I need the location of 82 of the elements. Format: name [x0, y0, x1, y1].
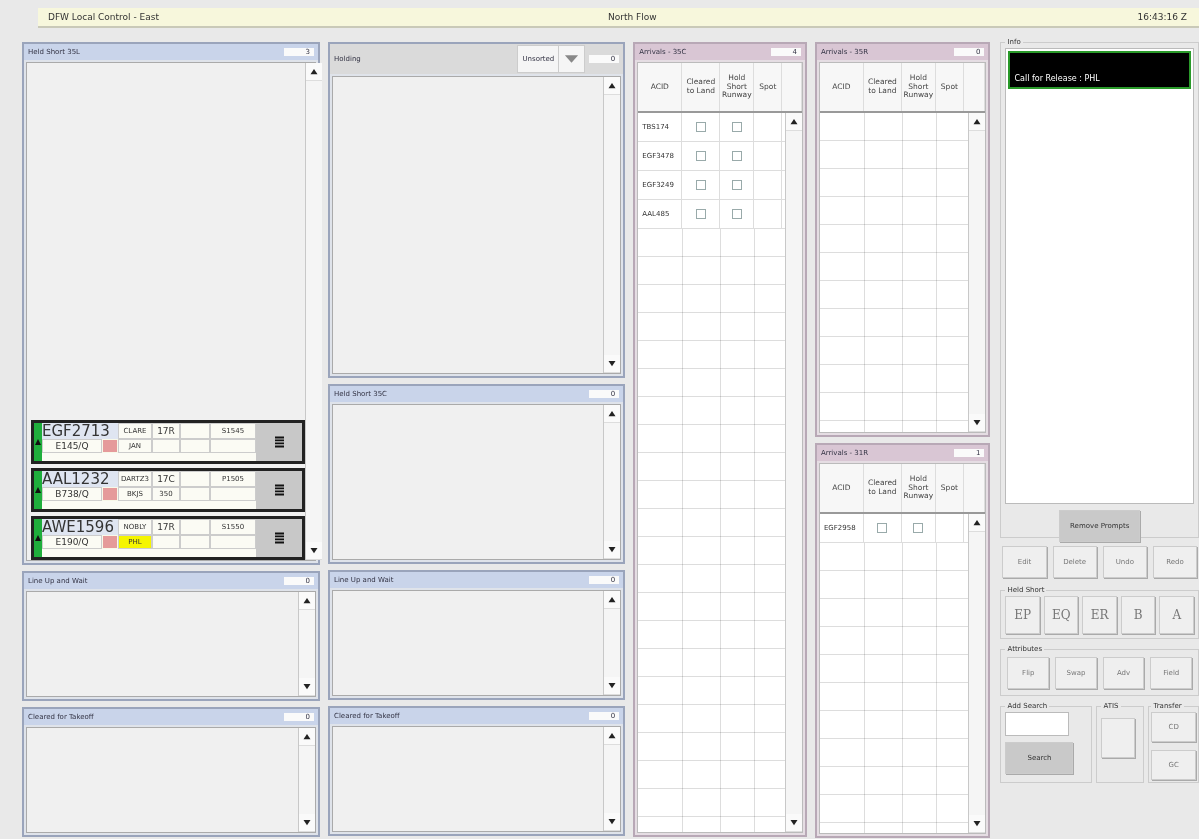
scrollbar[interactable]	[784, 113, 802, 832]
scroll-down-icon[interactable]	[604, 541, 621, 559]
strip-cell	[180, 439, 210, 453]
altitude-cell	[152, 439, 180, 453]
scrollbar[interactable]	[603, 591, 621, 695]
scroll-up-icon[interactable]	[604, 405, 621, 423]
status-cell	[103, 536, 117, 548]
triangle-icon	[35, 439, 41, 445]
scroll-down-icon[interactable]	[604, 813, 621, 831]
checkbox[interactable]	[731, 180, 742, 190]
scroll-up-icon[interactable]	[604, 727, 621, 745]
scroll-down-icon[interactable]	[299, 814, 315, 832]
search-field[interactable]	[1005, 712, 1070, 736]
scroll-up-icon[interactable]	[969, 113, 986, 131]
scroll-up-icon[interactable]	[604, 77, 621, 95]
scrollbar[interactable]	[968, 514, 986, 833]
flow-label: North Flow	[608, 12, 658, 22]
scrollbar[interactable]	[298, 592, 315, 696]
status-cell	[103, 488, 117, 500]
strip-cell	[210, 535, 256, 549]
scroll-down-icon[interactable]	[306, 542, 322, 560]
checkbox[interactable]	[731, 122, 742, 132]
scrollbar[interactable]	[968, 113, 986, 432]
status-cell	[103, 440, 117, 452]
scroll-up-icon[interactable]	[785, 113, 802, 131]
held-short-button[interactable]: A	[1159, 596, 1194, 634]
menu-icon	[274, 532, 284, 544]
scrollbar[interactable]	[298, 728, 315, 832]
checkbox[interactable]	[731, 209, 742, 219]
held-short-button[interactable]: EQ	[1043, 596, 1079, 634]
callsign: AWE1596	[42, 519, 118, 535]
scrollbar[interactable]	[603, 727, 621, 831]
aircraft-type: E145/Q	[42, 439, 102, 453]
position-title: DFW Local Control - East	[48, 12, 160, 22]
scroll-up-icon[interactable]	[306, 63, 322, 81]
strip-cell	[210, 487, 256, 501]
aircraft-type: E190/Q	[42, 535, 102, 549]
scroll-up-icon[interactable]	[299, 728, 315, 746]
menu-button[interactable]	[256, 423, 302, 461]
scroll-down-icon[interactable]	[604, 677, 621, 695]
aircraft-type: B738/Q	[42, 487, 102, 501]
scroll-up-icon[interactable]	[969, 514, 986, 532]
scroll-down-icon[interactable]	[969, 414, 986, 432]
scroll-down-icon[interactable]	[785, 814, 802, 832]
runway-cell: 17R	[152, 423, 180, 439]
checkbox[interactable]	[695, 209, 706, 219]
checkbox[interactable]	[731, 151, 742, 161]
clock-time: 16:43:16 Z	[1137, 12, 1188, 22]
triangle-icon	[35, 535, 41, 541]
checkbox[interactable]	[695, 122, 706, 132]
prompt-message[interactable]: Call for Release : PHL	[1008, 51, 1191, 89]
strip-cell	[180, 487, 210, 501]
held-short-button[interactable]: ER	[1082, 596, 1117, 634]
scroll-down-icon[interactable]	[299, 678, 315, 696]
checkbox[interactable]	[877, 523, 888, 533]
menu-icon	[274, 436, 284, 448]
strip-cell	[180, 519, 210, 535]
scroll-down-icon[interactable]	[604, 355, 621, 373]
menu-icon	[274, 484, 284, 496]
strip-cell	[180, 471, 210, 487]
callsign: EGF2713	[42, 423, 118, 439]
altitude-cell	[152, 535, 180, 549]
strip-cell	[180, 535, 210, 549]
menu-button[interactable]	[256, 519, 302, 557]
runway-cell: 17R	[152, 519, 180, 535]
scrollbar[interactable]	[305, 63, 322, 560]
checkbox[interactable]	[695, 151, 706, 161]
held-short-button[interactable]: EP	[1005, 596, 1040, 634]
scroll-up-icon[interactable]	[604, 591, 621, 609]
scrollbar[interactable]	[603, 405, 621, 559]
callsign: AAL1232	[42, 471, 118, 487]
triangle-icon	[35, 487, 41, 493]
scroll-up-icon[interactable]	[299, 592, 315, 610]
strip-cell	[180, 423, 210, 439]
scrollbar[interactable]	[603, 77, 621, 373]
scroll-down-icon[interactable]	[969, 815, 986, 833]
strip-cell	[210, 439, 256, 453]
menu-button[interactable]	[256, 471, 302, 509]
held-short-button[interactable]: B	[1120, 596, 1156, 634]
checkbox[interactable]	[695, 180, 706, 190]
checkbox[interactable]	[913, 523, 924, 533]
runway-cell: 17C	[152, 471, 180, 487]
